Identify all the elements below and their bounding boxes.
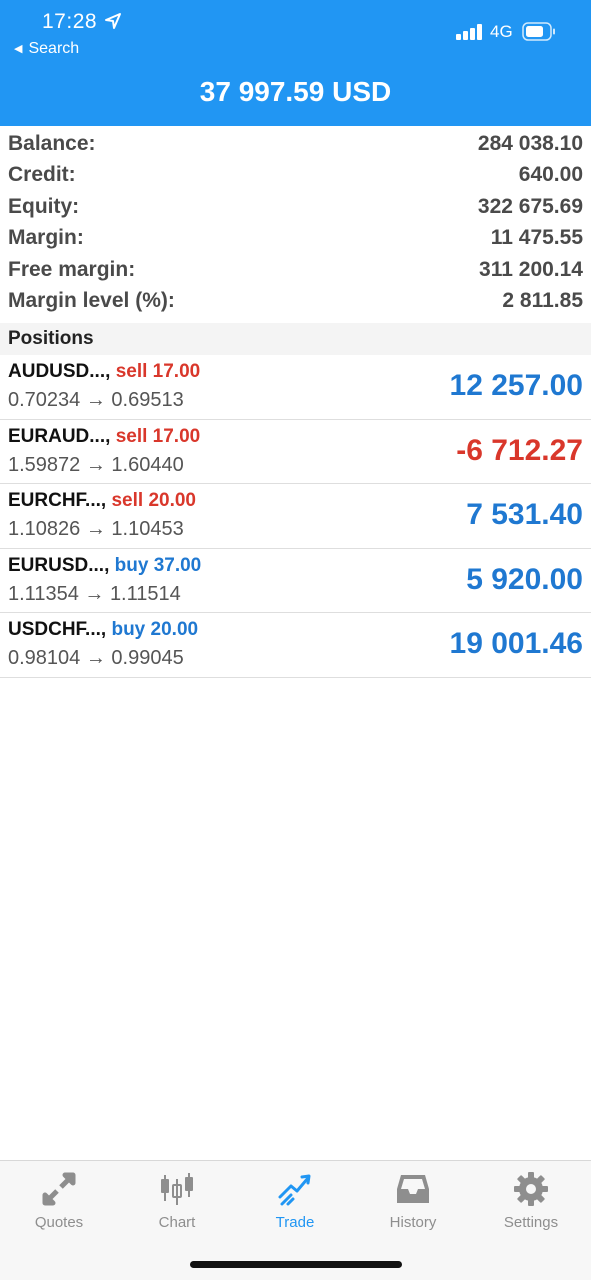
summary-row-margin-level: Margin level (%): 2 811.85 xyxy=(0,286,591,318)
cellular-signal-icon xyxy=(456,24,482,40)
chart-icon xyxy=(161,1173,193,1205)
open-price: 1.11354 xyxy=(8,582,79,605)
quotes-icon xyxy=(42,1172,76,1206)
top-bar: 17:28 ◀ Search 4G 37 997.59 USD xyxy=(0,0,591,126)
position-prices: 0.70234 → 0.69513 xyxy=(8,389,184,412)
price-arrow: → xyxy=(85,389,106,411)
summary-row-balance: Balance: 284 038.10 xyxy=(0,128,591,160)
position-row[interactable]: EURCHF..., sell 20.00 1.10826 → 1.10453 … xyxy=(0,484,591,549)
position-profit: 12 257.00 xyxy=(449,369,583,402)
positions-list: AUDUSD..., sell 17.00 0.70234 → 0.69513 … xyxy=(0,355,591,678)
summary-value: 640.00 xyxy=(518,163,583,187)
tab-quotes[interactable]: Quotes xyxy=(0,1161,118,1241)
position-profit: 7 531.40 xyxy=(466,498,583,531)
summary-value: 2 811.85 xyxy=(502,289,583,313)
position-prices: 1.59872 → 1.60440 xyxy=(8,454,184,477)
summary-label: Margin level (%): xyxy=(8,289,175,313)
trade-icon xyxy=(278,1174,311,1206)
tab-label: Quotes xyxy=(34,1214,84,1231)
position-side: sell 20.00 xyxy=(111,490,196,511)
position-side: sell 17.00 xyxy=(115,425,201,447)
summary-value: 11 475.55 xyxy=(490,226,583,250)
tab-settings[interactable]: Settings xyxy=(472,1161,590,1241)
position-symbol: EURAUD..., xyxy=(8,425,111,447)
tab-chart[interactable]: Chart xyxy=(118,1161,236,1241)
position-prices: 1.11354 → 1.11514 xyxy=(8,583,181,606)
current-price: 0.99045 xyxy=(111,647,184,669)
position-title: EURCHF..., sell 20.00 xyxy=(8,490,196,512)
tab-history[interactable]: History xyxy=(354,1161,472,1241)
current-price: 0.69513 xyxy=(111,389,184,411)
position-symbol: USDCHF..., xyxy=(8,619,107,640)
position-prices: 0.98104 → 0.99045 xyxy=(8,647,184,670)
summary-row-credit: Credit: 640.00 xyxy=(0,160,591,192)
summary-label: Credit: xyxy=(8,163,76,187)
position-side: sell 17.00 xyxy=(115,361,201,382)
open-price: 0.70234 xyxy=(8,389,81,411)
price-arrow: → xyxy=(85,647,106,669)
location-arrow-icon xyxy=(105,13,121,29)
history-icon xyxy=(397,1175,429,1203)
back-triangle-icon: ◀ xyxy=(14,43,23,55)
position-row[interactable]: AUDUSD..., sell 17.00 0.70234 → 0.69513 … xyxy=(0,355,591,420)
price-arrow: → xyxy=(84,582,105,605)
position-title: EURUSD..., buy 37.00 xyxy=(8,555,201,577)
position-title: EURAUD..., sell 17.00 xyxy=(8,426,200,448)
position-row[interactable]: EURUSD..., buy 37.00 1.11354 → 1.11514 5… xyxy=(0,549,591,613)
price-arrow: → xyxy=(85,518,106,540)
tab-label: Chart xyxy=(158,1214,196,1231)
position-symbol: EURCHF..., xyxy=(8,490,107,511)
tab-label: History xyxy=(389,1214,437,1231)
battery-icon xyxy=(522,22,555,41)
summary-row-free-margin: Free margin: 311 200.14 xyxy=(0,254,591,286)
current-price: 1.60440 xyxy=(111,453,184,476)
home-indicator[interactable] xyxy=(190,1261,402,1268)
open-price: 0.98104 xyxy=(8,647,81,669)
position-profit: 19 001.46 xyxy=(449,627,583,660)
current-price: 1.10453 xyxy=(111,518,184,540)
position-row[interactable]: EURAUD..., sell 17.00 1.59872 → 1.60440 … xyxy=(0,420,591,484)
back-to-search-button[interactable]: ◀ Search xyxy=(14,40,79,58)
positions-section-header: Positions xyxy=(0,323,591,355)
position-prices: 1.10826 → 1.10453 xyxy=(8,518,184,541)
tab-trade[interactable]: Trade xyxy=(236,1161,354,1241)
position-side: buy 20.00 xyxy=(111,619,199,640)
summary-label: Free margin: xyxy=(8,257,136,281)
position-row[interactable]: USDCHF..., buy 20.00 0.98104 → 0.99045 1… xyxy=(0,613,591,678)
summary-row-equity: Equity: 322 675.69 xyxy=(0,191,591,223)
price-arrow: → xyxy=(85,453,106,476)
summary-row-margin: Margin: 11 475.55 xyxy=(0,223,591,255)
settings-icon xyxy=(514,1172,548,1206)
current-price: 1.11514 xyxy=(109,582,181,605)
position-profit: -6 712.27 xyxy=(456,433,583,467)
tab-label: Settings xyxy=(503,1214,559,1231)
summary-label: Balance: xyxy=(8,131,96,155)
summary-label: Equity: xyxy=(8,194,80,218)
summary-label: Margin: xyxy=(8,226,84,250)
summary-value: 284 038.10 xyxy=(477,131,583,155)
position-title: AUDUSD..., sell 17.00 xyxy=(8,361,200,383)
tab-label: Trade xyxy=(275,1214,315,1231)
open-price: 1.59872 xyxy=(8,453,81,476)
position-side: buy 37.00 xyxy=(114,554,202,576)
position-symbol: AUDUSD..., xyxy=(8,361,111,382)
position-title: USDCHF..., buy 20.00 xyxy=(8,619,198,641)
summary-value: 322 675.69 xyxy=(477,194,583,218)
status-time: 17:28 xyxy=(42,10,98,33)
account-total-title[interactable]: 37 997.59 USD xyxy=(0,76,591,108)
summary-value: 311 200.14 xyxy=(479,257,583,281)
position-profit: 5 920.00 xyxy=(466,562,583,596)
network-type: 4G xyxy=(490,22,513,41)
open-price: 1.10826 xyxy=(8,518,81,540)
back-search-label: Search xyxy=(28,40,80,57)
account-summary: Balance: 284 038.10 Credit: 640.00 Equit… xyxy=(0,128,591,317)
position-symbol: EURUSD..., xyxy=(8,554,110,576)
